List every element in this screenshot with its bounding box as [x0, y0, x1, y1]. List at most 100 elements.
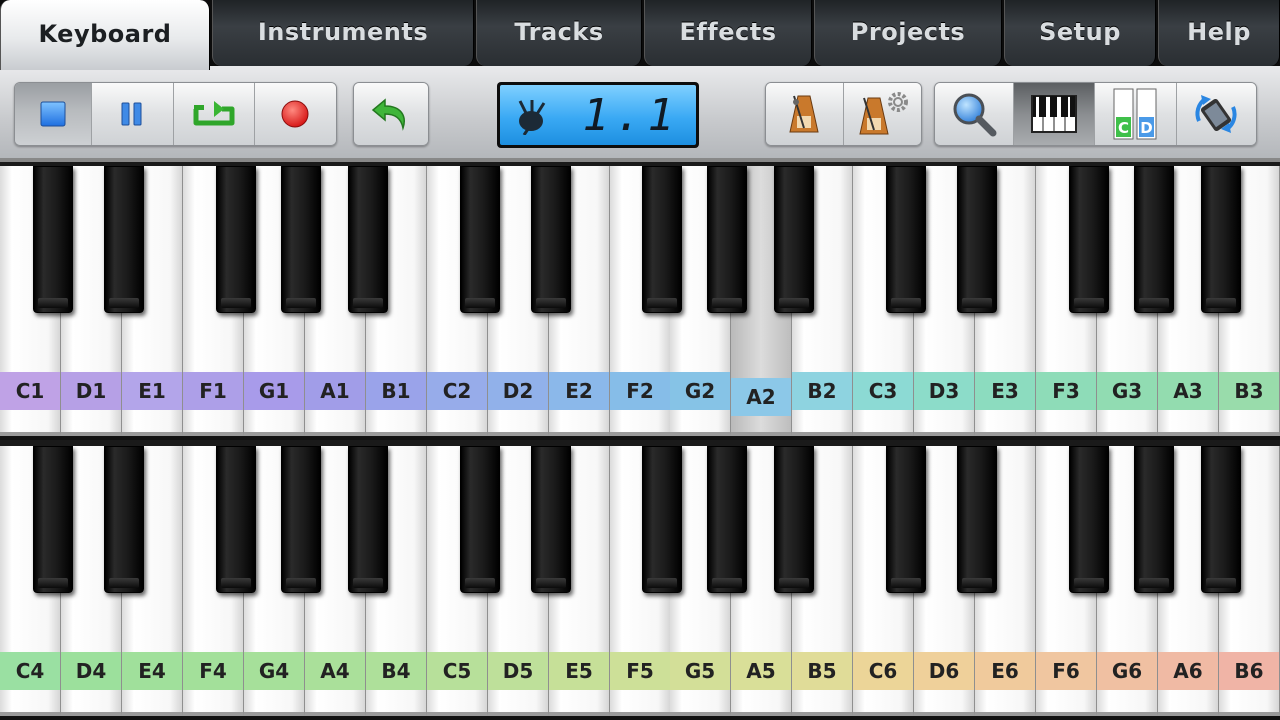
- note-label: F6: [1036, 652, 1096, 690]
- note-label: F2: [610, 372, 670, 410]
- note-label: D6: [914, 652, 974, 690]
- black-key[interactable]: [957, 446, 997, 593]
- black-key[interactable]: [281, 446, 321, 593]
- black-key[interactable]: [216, 446, 256, 593]
- note-label: F3: [1036, 372, 1096, 410]
- note-label: E3: [975, 372, 1035, 410]
- tab-setup[interactable]: Setup: [1004, 0, 1156, 66]
- loop-icon: [193, 101, 235, 126]
- undo-button[interactable]: [354, 83, 428, 145]
- black-key[interactable]: [707, 446, 747, 593]
- note-label: E6: [975, 652, 1035, 690]
- black-key[interactable]: [460, 166, 500, 313]
- note-label: C4: [0, 652, 60, 690]
- note-label: B3: [1219, 372, 1279, 410]
- search-button[interactable]: [935, 83, 1014, 145]
- black-key[interactable]: [886, 446, 926, 593]
- loop-button[interactable]: [173, 83, 255, 145]
- note-label: A6: [1158, 652, 1218, 690]
- position-display: 1.1: [497, 82, 699, 148]
- pause-icon: [121, 102, 142, 126]
- magnifier-icon: [953, 93, 997, 137]
- note-label: D1: [61, 372, 121, 410]
- undo-icon: [371, 98, 405, 131]
- undo-group: [353, 82, 429, 146]
- black-key[interactable]: [1134, 446, 1174, 593]
- note-label: A3: [1158, 372, 1218, 410]
- tab-tracks[interactable]: Tracks: [476, 0, 642, 66]
- black-key[interactable]: [774, 446, 814, 593]
- tab-projects[interactable]: Projects: [814, 0, 1002, 66]
- note-label: B2: [792, 372, 852, 410]
- note-label: A5: [731, 652, 791, 690]
- black-key[interactable]: [33, 166, 73, 313]
- black-key[interactable]: [886, 166, 926, 313]
- keyboard-view-button[interactable]: [1013, 83, 1096, 145]
- note-label: C3: [853, 372, 913, 410]
- note-label: E4: [122, 652, 182, 690]
- note-label: E5: [549, 652, 609, 690]
- note-label: B1: [366, 372, 426, 410]
- note-label: F5: [610, 652, 670, 690]
- black-key[interactable]: [281, 166, 321, 313]
- view-tools: CD: [934, 82, 1257, 146]
- note-label: F1: [183, 372, 243, 410]
- black-key[interactable]: [1069, 446, 1109, 593]
- note-label: A4: [305, 652, 365, 690]
- note-label: E1: [122, 372, 182, 410]
- tab-effects[interactable]: Effects: [644, 0, 812, 66]
- note-label: D4: [61, 652, 121, 690]
- note-label: D3: [914, 372, 974, 410]
- black-key[interactable]: [531, 446, 571, 593]
- black-key[interactable]: [531, 166, 571, 313]
- black-key[interactable]: [1069, 166, 1109, 313]
- black-key[interactable]: [707, 166, 747, 313]
- black-key[interactable]: [1201, 166, 1241, 313]
- note-label: B6: [1219, 652, 1279, 690]
- note-label: C2: [427, 372, 487, 410]
- black-key[interactable]: [104, 446, 144, 593]
- stop-button[interactable]: [15, 83, 93, 145]
- tab-help[interactable]: Help: [1158, 0, 1280, 66]
- note-labels-letter-d: D: [1141, 119, 1153, 137]
- tab-instruments[interactable]: Instruments: [212, 0, 474, 66]
- metronome-settings-button[interactable]: [843, 83, 921, 145]
- black-key[interactable]: [104, 166, 144, 313]
- black-key[interactable]: [642, 446, 682, 593]
- transport-controls: [14, 82, 337, 146]
- note-labels-letter-c: C: [1118, 119, 1129, 137]
- tab-bar: Keyboard Instruments Tracks Effects Proj…: [0, 0, 1280, 70]
- keyboard-upper: C1 D1 E1 F1 G1 A1 B1 C2 D2 E2 F2 G2 A2 B2 C3 D3 E3 F3 G3 A3…: [0, 166, 1280, 440]
- tab-keyboard[interactable]: Keyboard: [0, 0, 210, 70]
- black-key[interactable]: [1134, 166, 1174, 313]
- piano-keys-icon: [1030, 95, 1077, 133]
- black-key[interactable]: [460, 446, 500, 593]
- note-label: G1: [244, 372, 304, 410]
- black-key[interactable]: [957, 166, 997, 313]
- black-key[interactable]: [348, 446, 388, 593]
- black-key[interactable]: [774, 166, 814, 313]
- note-labels-button[interactable]: CD: [1095, 83, 1177, 145]
- note-label: G5: [670, 652, 730, 690]
- app-window: Keyboard Instruments Tracks Effects Proj…: [0, 0, 1280, 720]
- black-key[interactable]: [348, 166, 388, 313]
- black-key[interactable]: [33, 446, 73, 593]
- record-button[interactable]: [254, 83, 336, 145]
- note-label: G6: [1097, 652, 1157, 690]
- note-label: G4: [244, 652, 304, 690]
- rotate-button[interactable]: [1176, 83, 1256, 145]
- note-label: G3: [1097, 372, 1157, 410]
- note-label: B5: [792, 652, 852, 690]
- note-label: D2: [488, 372, 548, 410]
- metronome-button[interactable]: [766, 83, 844, 145]
- bagpipes-icon: [518, 100, 546, 135]
- note-label: A2: [731, 378, 791, 416]
- pause-button[interactable]: [92, 83, 174, 145]
- black-key[interactable]: [216, 166, 256, 313]
- black-key[interactable]: [1201, 446, 1241, 593]
- note-label: G2: [670, 372, 730, 410]
- black-key[interactable]: [642, 166, 682, 313]
- metronome-settings-icon: [859, 92, 909, 135]
- position-readout: 1.1: [582, 89, 680, 141]
- note-label: A1: [305, 372, 365, 410]
